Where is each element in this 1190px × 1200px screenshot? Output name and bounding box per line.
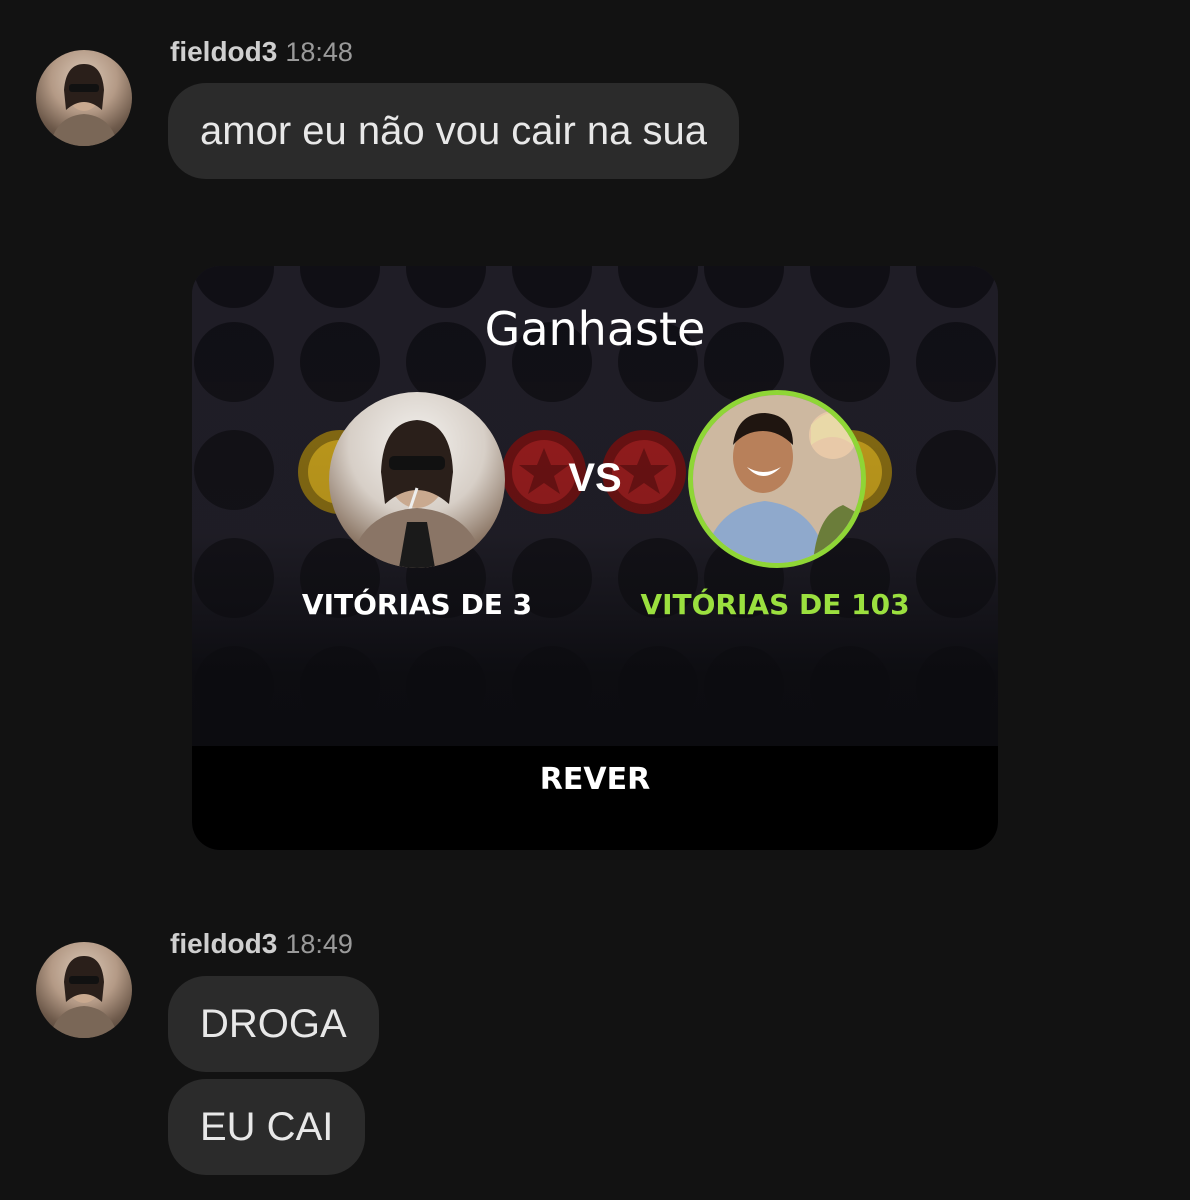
timestamp: 18:48 <box>285 37 353 67</box>
versus-label: VS <box>568 456 622 500</box>
message-meta: fieldod3 18:48 <box>170 36 353 68</box>
right-player-wins: VITÓRIAS DE 103 <box>640 588 910 621</box>
right-player-avatar <box>688 390 866 568</box>
user-avatar[interactable] <box>36 50 132 146</box>
username[interactable]: fieldod3 <box>170 36 277 67</box>
message-bubble[interactable]: EU CAI <box>168 1079 366 1175</box>
message-bubble[interactable]: amor eu não vou cair na sua <box>168 83 739 179</box>
user-avatar[interactable] <box>36 942 132 1038</box>
username[interactable]: fieldod3 <box>170 928 277 959</box>
left-player-avatar <box>329 392 505 568</box>
game-result-card[interactable]: Ganhaste VS VITÓRIAS DE 3 VITÓRIAS DE 10… <box>192 266 998 850</box>
timestamp: 18:49 <box>285 929 353 959</box>
game-result-title: Ganhaste <box>484 302 706 356</box>
left-player-wins: VITÓRIAS DE 3 <box>301 588 533 621</box>
rever-button[interactable]: REVER <box>192 746 998 850</box>
message-bubble[interactable]: DROGA <box>168 976 379 1072</box>
message-meta: fieldod3 18:49 <box>170 928 353 960</box>
